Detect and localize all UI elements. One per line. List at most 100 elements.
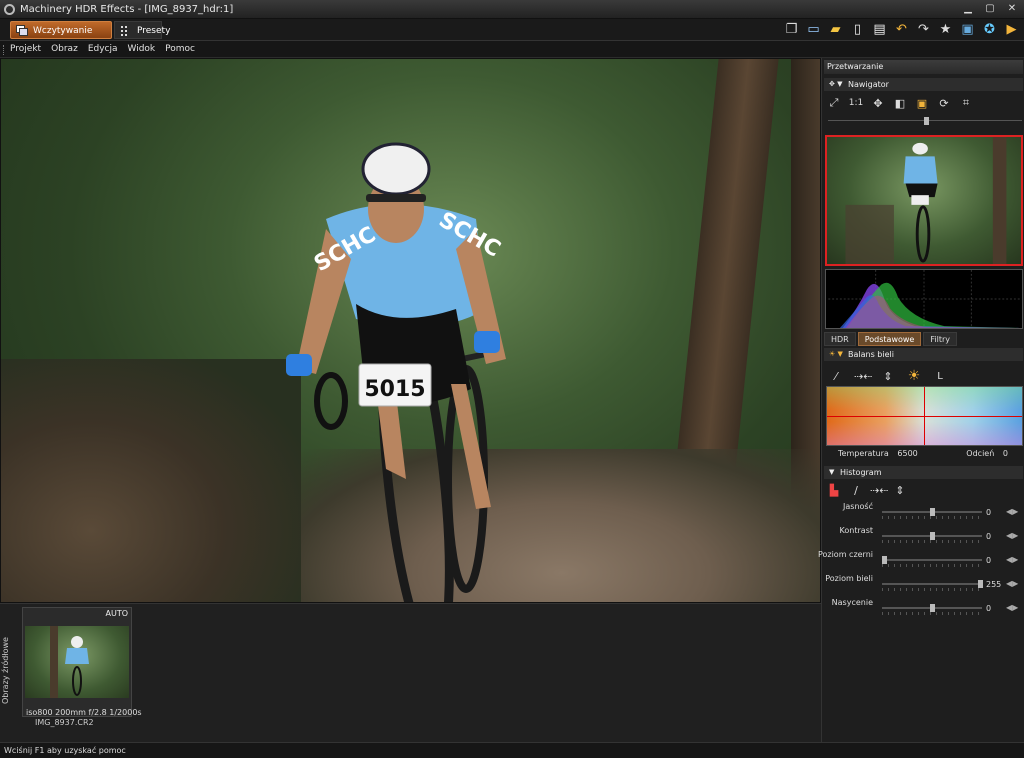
stepper-arrows-icon[interactable]: ◀▶ <box>1006 507 1018 516</box>
slider-track[interactable] <box>882 604 982 612</box>
process-icon[interactable]: ✪ <box>981 21 998 38</box>
slider-label: Jasność <box>843 502 873 511</box>
save-icon[interactable]: ▣ <box>959 21 976 38</box>
tab-presets[interactable]: Presety <box>114 21 170 39</box>
l-button[interactable]: L <box>932 371 948 382</box>
compare-icon[interactable]: ◧ <box>892 97 908 110</box>
minimize-button[interactable]: ▁ <box>960 2 976 16</box>
histogram-header[interactable]: ▼ Histogram <box>824 466 1023 479</box>
close-button[interactable]: ✕ <box>1004 2 1020 16</box>
pan-icon[interactable]: ✥ <box>870 97 886 110</box>
vertical-arrows-icon[interactable]: ⇕ <box>892 484 908 497</box>
new-window-icon[interactable]: ❐ <box>783 21 800 38</box>
frame-icon[interactable]: ▣ <box>914 97 930 110</box>
slider-label: Poziom czerni <box>817 550 873 559</box>
rgb-channels-icon[interactable]: ▙ <box>826 484 842 497</box>
images-icon <box>16 25 28 36</box>
slider-track[interactable] <box>882 580 983 588</box>
vertical-arrows-icon[interactable]: ⇕ <box>880 370 896 383</box>
image-icon[interactable]: ▭ <box>805 21 822 38</box>
slider-track[interactable] <box>882 508 982 516</box>
thumbnail-cyclist <box>50 626 89 698</box>
window-title: Machinery HDR Effects - [IMG_8937_hdr:1] <box>20 4 234 15</box>
cyclist-figure: SCHC SCHC 5015 <box>286 142 506 602</box>
white-balance-picker[interactable] <box>826 386 1023 446</box>
grid-icon <box>121 26 127 36</box>
zoom-slider-knob[interactable] <box>924 117 929 125</box>
maximize-button[interactable]: ▢ <box>982 2 998 16</box>
image-viewer[interactable]: SCHC SCHC 5015 <box>0 58 821 603</box>
horizontal-arrows-icon[interactable]: ⇢⇠ <box>854 370 872 383</box>
temperature-label: Temperatura <box>838 449 889 458</box>
white-balance-header[interactable]: ☀ ▼ Balans bieli <box>824 348 1023 361</box>
slider-knob[interactable] <box>882 556 887 564</box>
tab-hdr[interactable]: HDR <box>824 332 856 346</box>
tab-presets-label: Presety <box>137 26 171 36</box>
fit-icon[interactable]: ⤢ <box>826 96 842 110</box>
navigator-title: Nawigator <box>848 80 889 89</box>
zoom-1-1-button[interactable]: 1:1 <box>848 98 864 108</box>
redo-icon[interactable]: ↷ <box>915 21 932 38</box>
tab-load-images[interactable]: Wczytywanie obrazów <box>10 21 112 54</box>
source-thumbnail[interactable]: AUTO iso800 200mm f/2.8 1/2000s <box>22 607 142 717</box>
slider-track[interactable] <box>882 556 982 564</box>
stepper-arrows-icon[interactable]: ◀▶ <box>1006 531 1018 540</box>
daylight-icon[interactable]: ☀ <box>906 368 922 384</box>
thumbnail-filename: IMG_8937.CR2 <box>35 718 94 727</box>
slider-ticks <box>882 564 982 567</box>
temperature-value: 6500 <box>897 449 918 458</box>
stepper-arrows-icon[interactable]: ◀▶ <box>1006 555 1018 564</box>
horizontal-arrows-icon[interactable]: ⇢⇠ <box>870 484 888 497</box>
menu-pomoc[interactable]: Pomoc <box>165 44 195 54</box>
slider-knob[interactable] <box>930 532 935 540</box>
page-icon[interactable]: ▯ <box>849 21 866 38</box>
thumbnail-badge: AUTO <box>105 609 128 618</box>
status-text: Wciśnij F1 aby uzyskać pomoc <box>4 746 126 755</box>
menu-edycja[interactable]: Edycja <box>88 44 118 54</box>
thumbnail-meta: iso800 200mm f/2.8 1/2000s <box>26 708 142 717</box>
slider-ticks <box>882 516 982 519</box>
stepper-arrows-icon[interactable]: ◀▶ <box>1006 579 1018 588</box>
app-icon <box>4 4 15 15</box>
document-icon[interactable]: ▤ <box>871 21 888 38</box>
play-icon[interactable]: ▶ <box>1003 21 1020 38</box>
preview-cyclist <box>845 137 1007 264</box>
slider-label: Nasycenie <box>831 598 873 607</box>
zoom-slider[interactable] <box>828 117 1022 125</box>
slider-knob[interactable] <box>930 604 935 612</box>
slider-row: Poziom czerni 0 ◀▶ <box>818 550 1023 572</box>
menu-widok[interactable]: Widok <box>128 44 156 54</box>
collapse-icon: ▼ <box>829 468 835 476</box>
white-balance-title: Balans bieli <box>848 350 894 359</box>
slider-row: Nasycenie 0 ◀▶ <box>824 598 1023 620</box>
tab-filters[interactable]: Filtry <box>923 332 957 346</box>
crop-icon[interactable]: ⌗ <box>958 96 974 110</box>
menu-obraz[interactable]: Obraz <box>51 44 78 54</box>
slider-row: Poziom bieli 255 ◀▶ <box>824 574 1023 596</box>
slider-value: 0 <box>986 604 992 613</box>
slider-label: Kontrast <box>839 526 873 535</box>
slider-knob[interactable] <box>978 580 983 588</box>
slider-track[interactable] <box>882 532 982 540</box>
tint-crosshair <box>827 416 1022 417</box>
bushes <box>1 359 301 602</box>
undo-icon[interactable]: ↶ <box>893 21 910 38</box>
navigator-preview[interactable] <box>825 135 1023 266</box>
eyedropper-icon[interactable]: ⁄ <box>828 370 844 383</box>
menu-grip <box>3 45 6 55</box>
slider-row: Jasność 0 ◀▶ <box>824 502 1023 524</box>
stepper-arrows-icon[interactable]: ◀▶ <box>1006 603 1018 612</box>
histogram-curves <box>828 270 1020 328</box>
tab-basic[interactable]: Podstawowe <box>857 332 922 346</box>
menu-bar: Projekt Obraz Edycja Widok Pomoc <box>0 41 1024 58</box>
slider-knob[interactable] <box>930 508 935 516</box>
star-icon[interactable]: ★ <box>937 21 954 38</box>
slider-row: Kontrast 0 ◀▶ <box>824 526 1023 548</box>
curve-icon[interactable]: ∕ <box>848 484 864 497</box>
menu-projekt[interactable]: Projekt <box>10 44 41 54</box>
slider-value: 0 <box>986 508 992 517</box>
rotate-icon[interactable]: ⟳ <box>936 97 952 110</box>
navigator-header[interactable]: ✥ ▼ Nawigator <box>824 78 1023 91</box>
folder-icon[interactable]: ▰ <box>827 21 844 38</box>
slider-ticks <box>882 540 982 543</box>
